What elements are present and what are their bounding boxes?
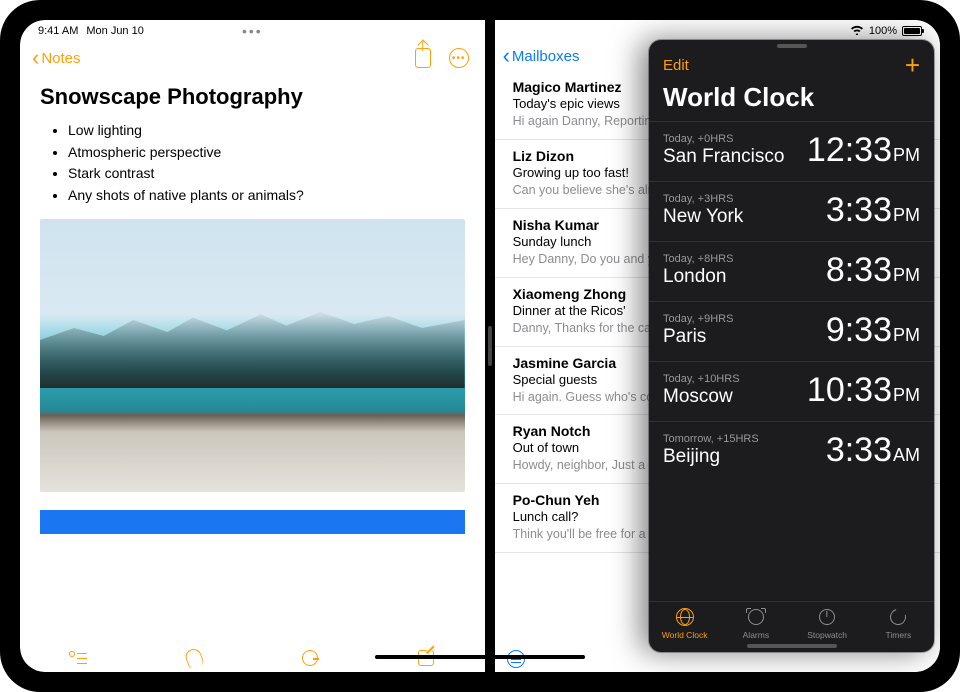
note-second-image-partial[interactable]	[40, 510, 465, 534]
notes-back-label: Notes	[41, 50, 80, 67]
clock-offset: Today, +0HRS	[663, 133, 784, 145]
clock-city: New York	[663, 206, 743, 228]
notes-app: 9:41 AM Mon Jun 10 ••• ‹ Notes ••• Snows…	[20, 20, 485, 672]
clock-time: 8:33PM	[826, 251, 920, 290]
attachment-icon[interactable]	[184, 648, 204, 668]
status-bar-right: 100%	[495, 20, 940, 42]
clock-time: 12:33PM	[807, 131, 920, 170]
clock-offset: Today, +10HRS	[663, 373, 740, 385]
note-content[interactable]: Snowscape Photography Low lighting Atmos…	[20, 74, 485, 638]
clock-time: 10:33PM	[807, 371, 920, 410]
multitask-dots-left[interactable]: •••	[242, 23, 263, 39]
clock-add-button[interactable]: +	[905, 52, 920, 78]
mail-back-button[interactable]: ‹ Mailboxes	[503, 48, 580, 65]
note-bullet: Low lighting	[68, 120, 465, 142]
battery-percent: 100%	[869, 25, 897, 37]
battery-icon	[902, 26, 922, 36]
note-bullet: Atmospheric perspective	[68, 142, 465, 164]
note-bullet: Stark contrast	[68, 163, 465, 185]
home-indicator[interactable]	[375, 655, 585, 659]
checklist-icon[interactable]	[68, 648, 88, 668]
chevron-left-icon: ‹	[503, 50, 510, 61]
world-clock-row[interactable]: Today, +8HRSLondon 8:33PM	[649, 241, 934, 301]
mail-back-label: Mailboxes	[512, 48, 580, 65]
clock-edit-button[interactable]: Edit	[663, 57, 689, 74]
world-clock-row[interactable]: Today, +10HRSMoscow 10:33PM	[649, 361, 934, 421]
clock-offset: Today, +3HRS	[663, 193, 743, 205]
clock-tabbar: World Clock Alarms Stopwatch Timers	[649, 601, 934, 642]
clock-city: Paris	[663, 326, 733, 348]
filter-icon[interactable]	[507, 650, 525, 668]
tab-timers[interactable]: Timers	[863, 606, 934, 640]
status-date: Mon Jun 10	[86, 25, 143, 37]
world-clock-row[interactable]: Today, +3HRSNew York 3:33PM	[649, 181, 934, 241]
tab-alarms[interactable]: Alarms	[720, 606, 791, 640]
clock-city: London	[663, 266, 733, 288]
more-icon[interactable]: •••	[449, 48, 469, 68]
clock-time: 9:33PM	[826, 311, 920, 350]
note-title: Snowscape Photography	[40, 84, 465, 110]
clock-time: 3:33PM	[826, 191, 920, 230]
chevron-left-icon: ‹	[32, 52, 39, 63]
stopwatch-icon	[819, 609, 835, 625]
markup-icon[interactable]	[300, 648, 320, 668]
note-attached-image[interactable]	[40, 219, 465, 492]
clock-city: San Francisco	[663, 146, 784, 168]
status-time: 9:41 AM	[38, 25, 78, 37]
clock-offset: Tomorrow, +15HRS	[663, 433, 759, 445]
split-view-divider[interactable]	[485, 20, 495, 672]
timer-icon	[887, 606, 909, 628]
slideover-handle-icon[interactable]	[777, 44, 807, 48]
clock-offset: Today, +8HRS	[663, 253, 733, 265]
tab-label: Alarms	[743, 630, 769, 640]
share-icon[interactable]	[415, 48, 431, 68]
globe-icon	[676, 608, 694, 626]
notes-back-button[interactable]: ‹ Notes	[32, 50, 81, 67]
note-bullet: Any shots of native plants or animals?	[68, 185, 465, 207]
clock-navbar: Edit +	[649, 50, 934, 82]
clock-title: World Clock	[649, 82, 934, 121]
tab-label: World Clock	[662, 630, 708, 640]
world-clock-list[interactable]: Today, +0HRSSan Francisco 12:33PM Today,…	[649, 121, 934, 601]
tab-world-clock[interactable]: World Clock	[649, 606, 720, 640]
clock-time: 3:33AM	[826, 431, 920, 470]
clock-slideover[interactable]: Edit + World Clock Today, +0HRSSan Franc…	[649, 40, 934, 652]
wifi-icon	[850, 24, 864, 38]
alarm-icon	[748, 609, 764, 625]
world-clock-row[interactable]: Tomorrow, +15HRSBeijing 3:33AM	[649, 421, 934, 481]
right-split: 100% ‹ Mailboxes Magico Martinez Today's…	[495, 20, 940, 672]
clock-offset: Today, +9HRS	[663, 313, 733, 325]
tab-stopwatch[interactable]: Stopwatch	[792, 606, 863, 640]
note-bullet-list: Low lighting Atmospheric perspective Sta…	[40, 120, 465, 207]
tab-label: Timers	[886, 630, 912, 640]
status-bar: 9:41 AM Mon Jun 10 •••	[20, 20, 485, 42]
clock-city: Moscow	[663, 386, 740, 408]
world-clock-row[interactable]: Today, +0HRSSan Francisco 12:33PM	[649, 121, 934, 181]
world-clock-row[interactable]: Today, +9HRSParis 9:33PM	[649, 301, 934, 361]
clock-city: Beijing	[663, 446, 759, 468]
slideover-home-indicator[interactable]	[747, 644, 837, 648]
tab-label: Stopwatch	[807, 630, 847, 640]
